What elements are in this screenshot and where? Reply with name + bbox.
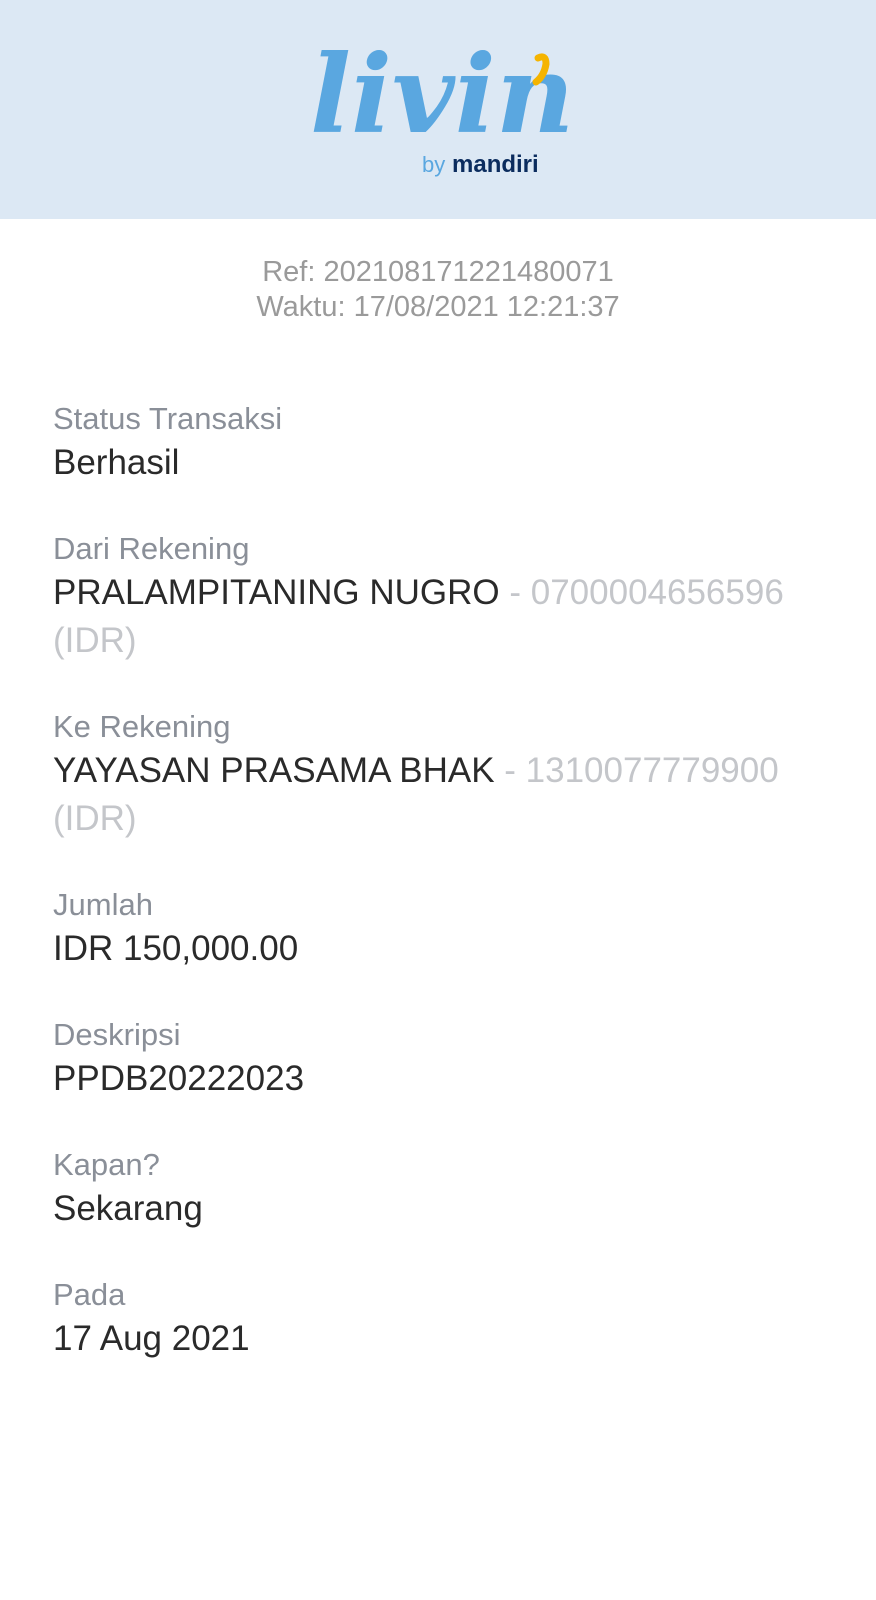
reference-number: Ref: 202108171221480071 (262, 256, 614, 288)
receipt-header: livin' by mandiri (0, 0, 876, 219)
description-field: Deskripsi PPDB20222023 (53, 1015, 876, 1103)
status-field: Status Transaksi Berhasil (53, 399, 876, 487)
from-account-field: Dari Rekening PRALAMPITANING NUGRO - 070… (53, 529, 876, 665)
to-account-value: YAYASAN PRASAMA BHAK - 1310077779900 (IDR… (53, 747, 833, 843)
logo-wordmark: livin' (310, 32, 570, 158)
amount-value: IDR 150,000.00 (53, 929, 299, 968)
amount-label: Jumlah (53, 887, 153, 922)
status-label: Status Transaksi (53, 401, 283, 436)
to-account-name: YAYASAN PRASAMA BHAK (53, 751, 495, 790)
from-account-name: PRALAMPITANING NUGRO (53, 573, 500, 612)
transaction-meta: Ref: 202108171221480071 Waktu: 17/08/202… (0, 255, 876, 325)
to-account-number: - 1310077779900 (494, 751, 779, 790)
from-account-number: - 0700004656596 (499, 573, 784, 612)
when-value: Sekarang (53, 1189, 203, 1228)
from-account-label: Dari Rekening (53, 531, 250, 566)
date-label: Pada (53, 1277, 126, 1312)
livin-mandiri-logo: livin' by mandiri (310, 32, 570, 192)
amount-field: Jumlah IDR 150,000.00 (53, 885, 876, 973)
when-field: Kapan? Sekarang (53, 1145, 876, 1233)
to-account-currency: (IDR) (53, 799, 137, 838)
to-account-field: Ke Rekening YAYASAN PRASAMA BHAK - 13100… (53, 707, 876, 843)
date-value: 17 Aug 2021 (53, 1319, 250, 1358)
when-label: Kapan? (53, 1147, 160, 1182)
date-field: Pada 17 Aug 2021 (53, 1275, 876, 1363)
transaction-time: Waktu: 17/08/2021 12:21:37 (256, 291, 620, 323)
transaction-details: Status Transaksi Berhasil Dari Rekening … (0, 399, 876, 1363)
logo-by: by (422, 152, 445, 177)
from-account-currency: (IDR) (53, 621, 137, 660)
status-value: Berhasil (53, 443, 180, 482)
description-value: PPDB20222023 (53, 1059, 305, 1098)
description-label: Deskripsi (53, 1017, 181, 1052)
from-account-value: PRALAMPITANING NUGRO - 0700004656596 (IDR… (53, 569, 833, 665)
logo-mandiri: mandiri (452, 151, 539, 178)
to-account-label: Ke Rekening (53, 709, 231, 744)
